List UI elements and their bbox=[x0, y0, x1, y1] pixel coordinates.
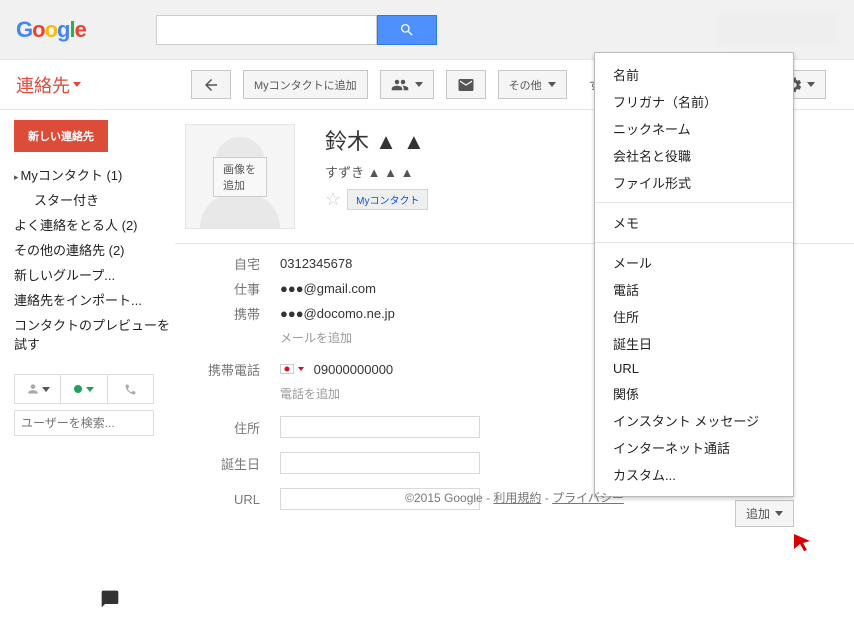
caret-down-icon bbox=[775, 511, 783, 516]
person-icon bbox=[26, 382, 40, 396]
more-button[interactable]: その他 bbox=[498, 70, 567, 99]
search-icon bbox=[399, 22, 415, 38]
menu-item-url[interactable]: URL bbox=[595, 357, 793, 380]
menu-item-furigana[interactable]: フリガナ（名前） bbox=[595, 88, 793, 115]
contact-furigana[interactable]: すずき ▲ ▲ ▲ bbox=[325, 162, 428, 181]
menu-item-relation[interactable]: 関係 bbox=[595, 380, 793, 407]
group-icon bbox=[391, 76, 409, 94]
caret-down-icon bbox=[42, 387, 50, 392]
label-birthday: 誕生日 bbox=[185, 454, 280, 473]
main-panel: 画像を追加 鈴木 ▲ ▲ すずき ▲ ▲ ▲ ☆ Myコンタクト 自宅03123… bbox=[175, 110, 854, 516]
new-contact-button[interactable]: 新しい連絡先 bbox=[14, 120, 108, 152]
header-bar: Google bbox=[0, 0, 854, 60]
cursor-annotation bbox=[790, 530, 814, 557]
add-phone-link[interactable]: 電話を追加 bbox=[280, 385, 340, 402]
sidebar-item-preview[interactable]: コンタクトのプレビューを試す bbox=[14, 312, 175, 356]
menu-item-nickname[interactable]: ニックネーム bbox=[595, 115, 793, 142]
menu-item-birthday[interactable]: 誕生日 bbox=[595, 330, 793, 357]
google-logo: Google bbox=[16, 17, 86, 43]
country-flag-picker[interactable] bbox=[280, 364, 304, 374]
menu-item-voip[interactable]: インターネット通話 bbox=[595, 434, 793, 461]
label-mobile: 携帯 bbox=[185, 304, 280, 323]
back-arrow-icon bbox=[202, 76, 220, 94]
menu-item-custom[interactable]: カスタム... bbox=[595, 461, 793, 488]
label-home: 自宅 bbox=[185, 254, 280, 273]
footer: ©2015 Google - 利用規約 - プライバシー bbox=[175, 489, 854, 506]
label-address: 住所 bbox=[185, 418, 280, 437]
presence-dot-icon bbox=[74, 385, 82, 393]
value-work[interactable]: ●●●@gmail.com bbox=[280, 281, 376, 296]
account-area bbox=[718, 15, 838, 45]
envelope-icon bbox=[457, 76, 475, 94]
sidebar-item-starred[interactable]: スター付き bbox=[14, 187, 175, 212]
sidebar-item-mycontacts[interactable]: Myコンタクト (1) bbox=[14, 162, 175, 187]
menu-item-fileas[interactable]: ファイル形式 bbox=[595, 169, 793, 196]
sidebar-search-input[interactable] bbox=[14, 410, 154, 436]
avatar[interactable]: 画像を追加 bbox=[185, 124, 295, 229]
add-email-link[interactable]: メールを追加 bbox=[280, 329, 352, 346]
chat-status-row bbox=[14, 374, 154, 404]
menu-item-address[interactable]: 住所 bbox=[595, 303, 793, 330]
caret-down-icon bbox=[298, 367, 304, 371]
menu-item-memo[interactable]: メモ bbox=[595, 209, 793, 236]
menu-item-phone[interactable]: 電話 bbox=[595, 276, 793, 303]
value-home[interactable]: 0312345678 bbox=[280, 256, 352, 271]
chat-bubble-icon[interactable] bbox=[100, 589, 120, 612]
contact-name[interactable]: 鈴木 ▲ ▲ bbox=[325, 124, 428, 156]
menu-item-im[interactable]: インスタント メッセージ bbox=[595, 407, 793, 434]
caret-down-icon bbox=[73, 82, 81, 87]
phone-cell[interactable] bbox=[108, 375, 153, 403]
menu-item-company[interactable]: 会社名と役職 bbox=[595, 142, 793, 169]
presence-menu[interactable] bbox=[15, 375, 61, 403]
add-to-mycontacts-button[interactable]: Myコンタクトに追加 bbox=[243, 70, 368, 99]
input-birthday[interactable] bbox=[280, 452, 480, 474]
caret-down-icon bbox=[807, 82, 815, 87]
value-mobile-phone[interactable]: 09000000000 bbox=[280, 362, 393, 377]
presence-dot-cell[interactable] bbox=[61, 375, 107, 403]
phone-icon bbox=[124, 383, 137, 396]
caret-down-icon bbox=[548, 82, 556, 87]
caret-down-icon bbox=[86, 387, 94, 392]
sidebar: 新しい連絡先 Myコンタクト (1) スター付き よく連絡をとる人 (2) その… bbox=[0, 110, 175, 516]
back-button[interactable] bbox=[191, 70, 231, 99]
add-field-menu: 名前 フリガナ（名前） ニックネーム 会社名と役職 ファイル形式 メモ メール … bbox=[594, 52, 794, 497]
sidebar-item-newgroup[interactable]: 新しいグループ... bbox=[14, 262, 175, 287]
search-box bbox=[156, 15, 437, 45]
input-address[interactable] bbox=[280, 416, 480, 438]
footer-terms-link[interactable]: 利用規約 bbox=[493, 491, 541, 505]
star-icon[interactable]: ☆ bbox=[325, 189, 341, 210]
caret-down-icon bbox=[415, 82, 423, 87]
add-image-button[interactable]: 画像を追加 bbox=[213, 157, 267, 197]
value-mobile[interactable]: ●●●@docomo.ne.jp bbox=[280, 306, 395, 321]
label-work: 仕事 bbox=[185, 279, 280, 298]
app-name[interactable]: 連絡先 bbox=[16, 72, 81, 98]
footer-privacy-link[interactable]: プライバシー bbox=[552, 491, 624, 505]
label-mobile-phone: 携帯電話 bbox=[185, 360, 280, 379]
flag-jp-icon bbox=[280, 364, 294, 374]
menu-item-email[interactable]: メール bbox=[595, 249, 793, 276]
search-input[interactable] bbox=[156, 15, 377, 45]
menu-item-name[interactable]: 名前 bbox=[595, 61, 793, 88]
sidebar-item-frequent[interactable]: よく連絡をとる人 (2) bbox=[14, 212, 175, 237]
search-button[interactable] bbox=[377, 15, 437, 45]
sidebar-item-other[interactable]: その他の連絡先 (2) bbox=[14, 237, 175, 262]
email-button[interactable] bbox=[446, 70, 486, 99]
sidebar-item-import[interactable]: 連絡先をインポート... bbox=[14, 287, 175, 312]
groups-button[interactable] bbox=[380, 70, 434, 99]
contact-group-tag[interactable]: Myコンタクト bbox=[347, 189, 428, 210]
